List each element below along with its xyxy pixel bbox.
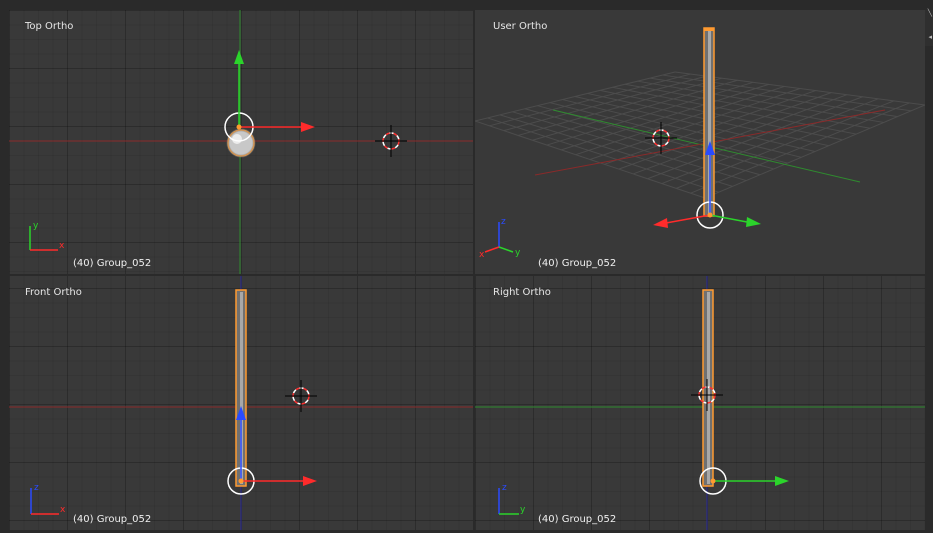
floor-grid (475, 71, 925, 199)
viewport-front-ortho[interactable]: z x Front Ortho (40) Group_052 (9, 276, 473, 530)
viewport-right-ortho-canvas[interactable]: z y (475, 276, 925, 530)
axis-label-y: y (520, 505, 526, 515)
axis-gizmo-icon: y x (29, 221, 65, 251)
axis-label-x: x (59, 241, 65, 251)
viewport-top-ortho-canvas[interactable]: y x (9, 10, 473, 274)
axis-label-y: y (33, 221, 39, 231)
viewport-status: (40) Group_052 (538, 258, 617, 269)
axis-gizmo-icon: z y (498, 483, 526, 515)
selected-object (226, 128, 256, 158)
transform-manipulator-icon (224, 50, 315, 142)
viewport-title: Top Ortho (25, 21, 74, 32)
close-icon[interactable]: ╲ (928, 10, 932, 17)
axis-label-z: z (34, 483, 39, 493)
viewport-right-ortho[interactable]: z y Right Ortho (40) Group_052 (475, 276, 925, 530)
viewport-corner-icon[interactable]: ╲ ◂ (925, 10, 933, 46)
axis-label-y: y (515, 248, 521, 258)
selected-object (703, 27, 715, 217)
viewport-title: Front Ortho (25, 287, 82, 298)
3d-cursor-icon (375, 125, 407, 157)
grid-line (662, 74, 912, 112)
viewport-front-ortho-canvas[interactable]: z x (9, 276, 473, 530)
axis-label-x: x (479, 250, 485, 260)
grid-line (690, 102, 910, 194)
axis-gizmo-icon: z x (30, 483, 66, 515)
viewport-title: User Ortho (493, 21, 548, 32)
viewport-user-ortho-canvas[interactable]: z x y (475, 10, 925, 274)
viewport-status: (40) Group_052 (73, 514, 152, 525)
viewport-user-ortho[interactable]: z x y User Ortho (40) Group_052 (475, 10, 925, 274)
viewport-status: (40) Group_052 (73, 258, 152, 269)
axis-label-z: z (501, 217, 506, 227)
viewport-title: Right Ortho (493, 287, 551, 298)
axis-label-x: x (60, 505, 66, 515)
transform-manipulator-icon (227, 406, 317, 495)
viewport-top-ortho[interactable]: y x Top Ortho (40) Group_052 (9, 10, 473, 274)
axis-label-z: z (502, 483, 507, 493)
3d-cursor-icon (691, 379, 723, 411)
chevron-left-icon[interactable]: ◂ (928, 34, 932, 41)
viewport-status: (40) Group_052 (538, 514, 617, 525)
axis-gizmo-icon: z x y (479, 217, 521, 260)
